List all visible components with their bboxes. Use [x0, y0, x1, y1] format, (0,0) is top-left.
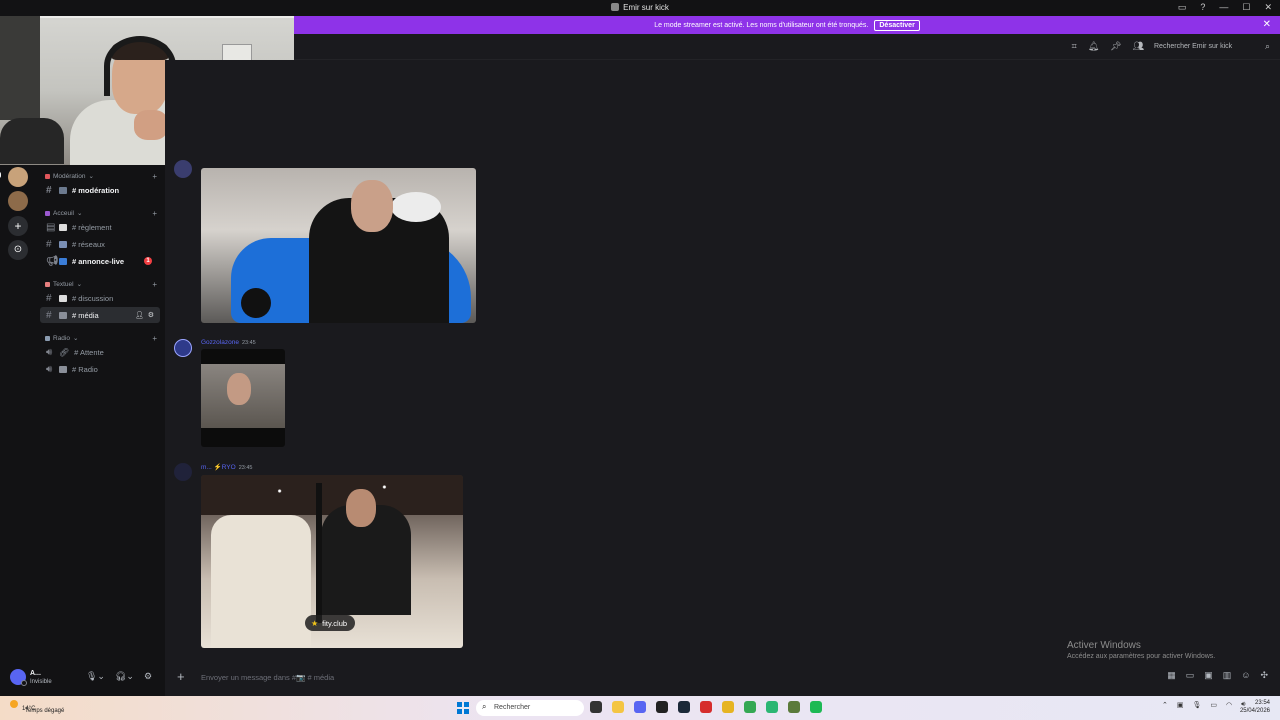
avatar[interactable]	[10, 669, 27, 686]
channel-media[interactable]: # # média 👤︎ ⚙	[40, 307, 160, 323]
message-image[interactable]	[201, 168, 476, 323]
task-view-icon[interactable]	[590, 701, 602, 713]
monitor-icon[interactable]: ▭	[1210, 701, 1217, 709]
channel-moderation[interactable]: # # modération	[40, 182, 160, 198]
headphones-icon[interactable]: 🎧︎⌄	[115, 671, 134, 682]
microphone-icon[interactable]: 🎙︎⌄	[86, 671, 105, 682]
close-button[interactable]: ✕	[1264, 2, 1272, 13]
banner-message: Le mode streamer est activé. Les noms d'…	[654, 21, 869, 29]
chevron-up-icon[interactable]: ⌃	[1162, 701, 1168, 709]
taskbar-search[interactable]: ⌕ Rechercher	[476, 700, 584, 716]
threads-icon[interactable]: ⌗	[1072, 41, 1077, 52]
app-icon[interactable]	[788, 701, 800, 713]
channel-attente[interactable]: 🔊︎ 🔗︎ # Attente	[40, 344, 160, 360]
pin-icon[interactable]: 📌︎	[1110, 41, 1121, 52]
message-image[interactable]: ★ fity.club	[201, 475, 463, 648]
search-icon: ⌕	[482, 702, 487, 711]
category-textuel[interactable]: Textuel ⌄ +	[45, 279, 157, 289]
category-radio[interactable]: Radio ⌄ +	[45, 333, 157, 343]
username: A...	[30, 670, 41, 677]
message-header: Gozzolazone 23:45	[201, 339, 256, 346]
epic-icon[interactable]	[656, 701, 668, 713]
maximize-button[interactable]: ☐	[1242, 2, 1250, 13]
app-icon	[611, 3, 620, 11]
unread-badge: 1	[144, 257, 152, 265]
add-channel-icon: +	[152, 333, 157, 343]
wifi-icon[interactable]: ◠	[1226, 701, 1232, 709]
weather-icon	[10, 700, 18, 708]
gear-icon[interactable]: ⚙	[148, 311, 154, 319]
channel-sidebar: Modération ⌄ + # # modération Acceuil ⌄ + ▤ # …	[37, 165, 165, 660]
app-tray-icon[interactable]: ▣	[1177, 701, 1184, 709]
activities-icon[interactable]: ✣	[1260, 670, 1268, 681]
channel-discussion[interactable]: # # discussion	[40, 290, 160, 306]
message-input[interactable]: Envoyer un message dans #📷 # média	[201, 673, 334, 682]
spotify-icon[interactable]	[810, 701, 822, 713]
disable-streamer-button[interactable]: Désactiver	[874, 19, 920, 31]
gift-icon[interactable]: ▭	[1186, 670, 1195, 681]
invite-icon[interactable]: 👤︎	[135, 311, 144, 319]
discord-icon[interactable]	[634, 701, 646, 713]
channel-radio[interactable]: 🔊︎ # Radio	[40, 361, 160, 377]
banner-close-icon[interactable]: ✕	[1263, 19, 1271, 30]
add-channel-icon: +	[152, 208, 157, 218]
channel-annonce-live[interactable]: 📢︎ # annonce-live 1	[40, 253, 160, 269]
members-icon[interactable]: 👥︎	[1133, 41, 1144, 52]
media-tag: ★ fity.club	[305, 615, 356, 631]
server-icon[interactable]	[8, 167, 28, 187]
star-icon: ★	[311, 618, 319, 628]
help-icon[interactable]: ?	[1200, 2, 1205, 13]
bell-icon[interactable]: 🔔︎	[1088, 41, 1099, 52]
steam-icon[interactable]	[678, 701, 690, 713]
explorer-icon[interactable]	[612, 701, 624, 713]
avatar[interactable]	[174, 339, 192, 357]
timestamp: 23:45	[241, 340, 256, 346]
message-list: Gozzolazone 23:45 m... ⚡RYO 23:45 ★ fity.cl…	[165, 60, 1280, 660]
start-button[interactable]	[457, 702, 469, 714]
search-input[interactable]: Rechercher Emir sur kick ⌕	[1148, 40, 1272, 54]
author-name[interactable]: m... ⚡RYO	[201, 464, 236, 471]
author-name[interactable]: Gozzolazone	[201, 339, 239, 346]
streamer-mode-banner: Le mode streamer est activé. Les noms d'…	[294, 16, 1280, 34]
message-header: m... ⚡RYO 23:45	[201, 463, 252, 471]
apps-icon[interactable]: ▦	[1167, 670, 1176, 681]
server-icon[interactable]	[8, 191, 28, 211]
search-icon: ⌕	[1264, 41, 1270, 51]
window-title: Emir sur kick	[0, 3, 1280, 12]
clock[interactable]: 23:54 25/04/2026	[1240, 699, 1270, 715]
user-panel: A... Invisible 🎙︎⌄ 🎧︎⌄ ⚙	[0, 660, 165, 696]
add-server-icon[interactable]: +	[8, 216, 28, 236]
avatar[interactable]	[174, 160, 192, 178]
minimize-button[interactable]: —	[1219, 2, 1228, 13]
mic-icon[interactable]: 🎙︎	[1193, 701, 1202, 709]
gif-icon[interactable]: ▣	[1204, 670, 1213, 681]
add-channel-icon: +	[152, 171, 157, 181]
app-icon[interactable]	[722, 701, 734, 713]
add-channel-icon: +	[152, 279, 157, 289]
app-icon[interactable]	[766, 701, 778, 713]
weather-widget[interactable]: 14°C Temps dégagé	[10, 700, 64, 714]
category-moderation[interactable]: Modération ⌄ +	[45, 171, 157, 181]
user-status: Invisible	[30, 679, 52, 685]
taskbar: 14°C Temps dégagé ⌕ Rechercher ⌃ ▣ 🎙︎ ▭ ◠…	[0, 696, 1280, 720]
sticker-icon[interactable]: ▥	[1223, 670, 1232, 681]
gear-icon[interactable]: ⚙	[144, 671, 152, 682]
emoji-icon[interactable]: ☺	[1241, 670, 1250, 681]
timestamp: 23:45	[238, 465, 253, 471]
title-bar: Emir sur kick ▭ ? — ☐ ✕	[0, 0, 1280, 16]
channel-reglement[interactable]: ▤ # règlement	[40, 219, 160, 235]
server-rail: + ⊙	[0, 165, 37, 660]
inbox-icon[interactable]: ▭	[1178, 2, 1187, 13]
channel-reseaux[interactable]: # # réseaux	[40, 236, 160, 252]
channel-header: ⌗ 🔔︎ 📌︎ 👥︎ Rechercher Emir sur kick ⌕	[294, 34, 1280, 60]
message-image[interactable]	[201, 349, 285, 447]
discover-icon[interactable]: ⊙	[8, 240, 28, 260]
avatar[interactable]	[174, 463, 192, 481]
chrome-icon[interactable]	[744, 701, 756, 713]
app-icon[interactable]	[700, 701, 712, 713]
activate-windows-watermark: Activer Windows Accédez aux paramètres p…	[1067, 640, 1216, 660]
category-acceuil[interactable]: Acceuil ⌄ +	[45, 208, 157, 218]
message-composer: + Envoyer un message dans #📷 # média ▦ ▭…	[165, 660, 1280, 696]
attach-button[interactable]: +	[177, 669, 185, 684]
